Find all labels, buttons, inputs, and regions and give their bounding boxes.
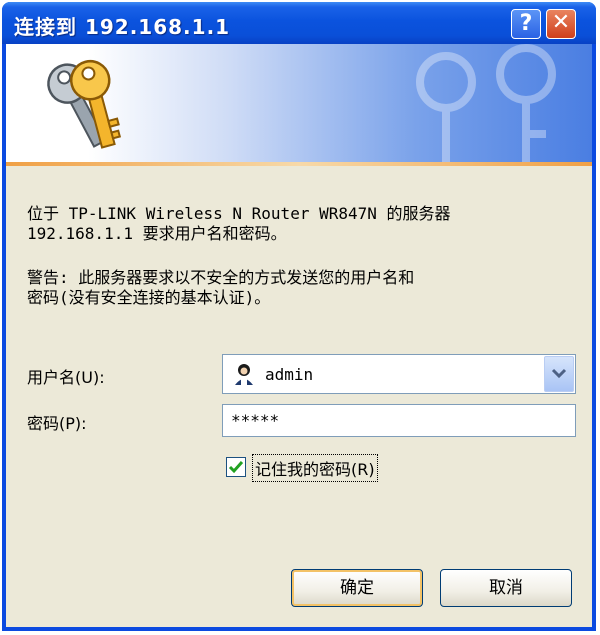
server-message-line2: 192.168.1.1 要求用户名和密码。: [27, 224, 287, 243]
warning-line1: 警告: 此服务器要求以不安全的方式发送您的用户名和: [27, 268, 415, 287]
window-title: 连接到 192.168.1.1: [14, 15, 231, 39]
banner-divider: [6, 162, 592, 166]
remember-password-checkbox[interactable]: [226, 457, 246, 477]
server-message-line1: 位于 TP-LINK Wireless N Router WR847N 的服务器: [27, 204, 451, 223]
help-button[interactable]: ?: [511, 9, 541, 39]
close-button[interactable]: ✕: [546, 9, 576, 39]
dialog-body: 位于 TP-LINK Wireless N Router WR847N 的服务器…: [6, 44, 592, 627]
ok-button[interactable]: 确定: [291, 569, 423, 607]
password-field[interactable]: *****: [222, 404, 576, 437]
user-icon: [233, 363, 255, 385]
keys-icon: [47, 59, 122, 149]
username-label: 用户名(U):: [27, 368, 105, 387]
username-dropdown-button[interactable]: [544, 356, 574, 392]
warning-line2: 密码(没有安全连接的基本认证)。: [27, 288, 271, 307]
title-bar[interactable]: 连接到 192.168.1.1 ? ✕: [2, 2, 596, 44]
login-dialog: 连接到 192.168.1.1 ? ✕ 位于 TP-LINK Wireless …: [2, 2, 596, 631]
remember-password-label[interactable]: 记住我的密码(R): [252, 454, 378, 482]
username-value[interactable]: admin: [265, 365, 313, 384]
banner: [6, 44, 592, 162]
watermark-keys-icon: [416, 44, 556, 162]
password-label: 密码(P):: [27, 414, 87, 433]
chevron-down-icon: [551, 368, 567, 379]
cancel-button[interactable]: 取消: [440, 569, 572, 607]
username-combobox[interactable]: admin: [222, 354, 576, 394]
checkmark-icon: [228, 461, 244, 474]
